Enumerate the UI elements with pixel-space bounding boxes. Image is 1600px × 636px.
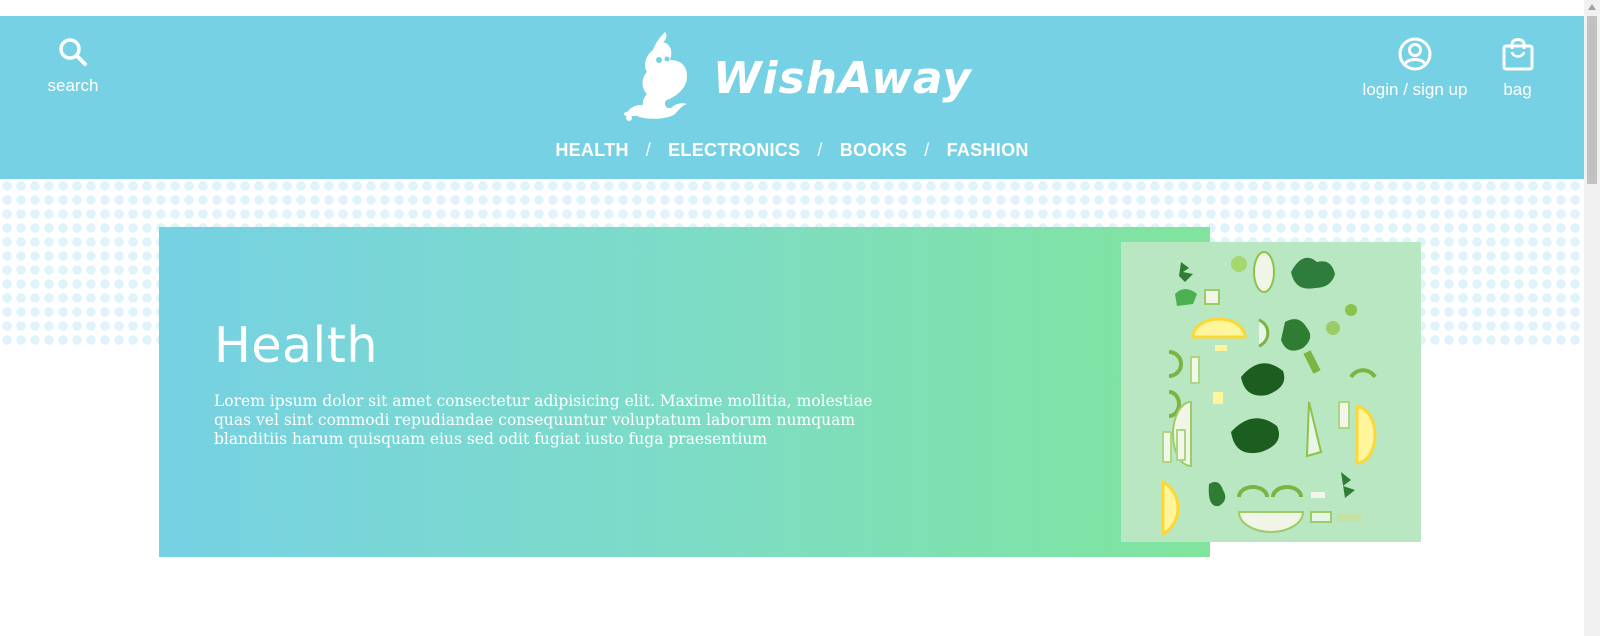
bag-icon	[1502, 38, 1533, 71]
top-strip	[0, 0, 1584, 16]
hero-banner: Health Lorem ipsum dolor sit amet consec…	[159, 227, 1210, 557]
nav-electronics[interactable]: ELECTRONICS	[668, 140, 800, 161]
search-button[interactable]: search	[40, 36, 106, 96]
hero-description: Lorem ipsum dolor sit amet consectetur a…	[214, 392, 873, 448]
login-signup-button[interactable]: login / sign up	[1355, 36, 1475, 100]
scroll-up-arrow-icon[interactable]	[1584, 0, 1600, 14]
site-header: search WishAway login / sign up bag HEAL…	[0, 16, 1584, 179]
user-icon	[1398, 37, 1432, 71]
bag-button[interactable]: bag	[1490, 36, 1545, 100]
arrow-up-icon	[1588, 4, 1596, 10]
login-label: login / sign up	[1362, 80, 1468, 99]
nav-health[interactable]: HEALTH	[555, 140, 628, 161]
nav-separator: /	[645, 140, 652, 160]
category-nav: HEALTH / ELECTRONICS / BOOKS / FASHION	[0, 140, 1584, 161]
bag-label: bag	[1503, 80, 1532, 99]
logo[interactable]: WishAway	[615, 30, 972, 122]
nav-fashion[interactable]: FASHION	[947, 140, 1029, 161]
search-label: search	[47, 76, 99, 95]
hero-image	[1121, 242, 1421, 542]
hero-title: Health	[214, 317, 378, 374]
vegetables-illustration	[1121, 242, 1421, 542]
nav-books[interactable]: BOOKS	[840, 140, 908, 161]
genie-lamp-icon	[624, 32, 687, 121]
search-icon	[59, 38, 87, 66]
scrollbar-thumb[interactable]	[1587, 16, 1597, 184]
vertical-scrollbar[interactable]	[1584, 0, 1600, 636]
nav-separator: /	[817, 140, 823, 160]
logo-text: WishAway	[713, 52, 972, 104]
nav-separator: /	[924, 140, 930, 160]
